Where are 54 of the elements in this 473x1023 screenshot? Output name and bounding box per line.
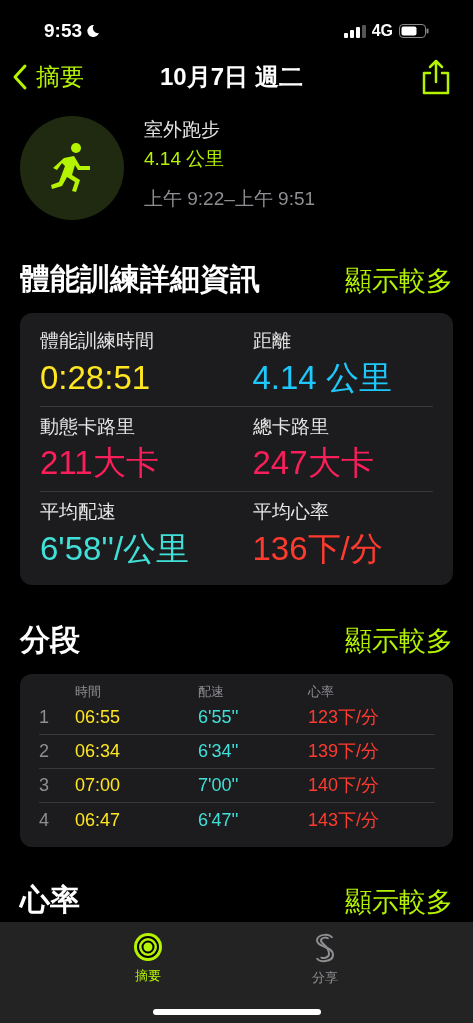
split-time: 06:55	[75, 706, 122, 729]
share-button[interactable]	[421, 59, 451, 96]
metric-label: 平均配速	[40, 500, 117, 524]
split-pace: 6'55''	[198, 706, 240, 729]
metric-label: 平均心率	[252, 500, 330, 524]
metric-value: 0:28:51	[40, 357, 152, 398]
nav-title: 10月7日 週二	[160, 62, 303, 93]
split-number: 3	[39, 774, 50, 797]
split-heart-rate: 139下/分	[308, 740, 381, 763]
signal-icon	[343, 24, 366, 38]
split-time: 06:34	[75, 740, 122, 763]
metric-value: 247大卡	[252, 443, 375, 483]
tab[interactable]: 摘要	[113, 932, 184, 988]
share-icon	[421, 59, 451, 96]
back-button[interactable]: 摘要	[12, 59, 84, 96]
share-s-icon	[313, 932, 336, 964]
status-time: 9:53	[44, 18, 83, 43]
section-title: 體能訓練詳細資訊	[20, 261, 260, 297]
battery-icon	[399, 24, 429, 39]
split-number: 4	[39, 808, 50, 832]
split-heart-rate: 143下/分	[308, 808, 381, 832]
tab[interactable]: 分享	[289, 932, 360, 988]
metric-label: 總卡路里	[252, 414, 330, 439]
metric-label: 距離	[252, 329, 292, 353]
workout-distance: 4.14 公里	[144, 146, 226, 171]
metric-value: 6'58''/公里	[40, 528, 191, 569]
workout-time-range: 上午 9:22–上午 9:51	[144, 187, 316, 211]
column-header: 心率	[308, 682, 335, 701]
rings-icon	[133, 932, 164, 962]
show-more-link[interactable]: 顯示較多	[345, 260, 453, 301]
split-time: 06:47	[75, 808, 122, 832]
show-more-link[interactable]: 顯示較多	[345, 881, 453, 922]
metric-value: 211大卡	[40, 443, 160, 483]
column-header: 配速	[198, 682, 225, 701]
chevron-left-icon	[12, 63, 28, 92]
network-label: 4G	[371, 21, 393, 42]
show-more-link[interactable]: 顯示較多	[345, 621, 453, 662]
split-pace: 7'00''	[198, 774, 240, 797]
split-number: 2	[39, 740, 50, 763]
column-header: 時間	[75, 682, 102, 701]
section-title: 分段	[20, 621, 80, 658]
metric-value: 136下/分	[252, 528, 384, 569]
metric-label: 體能訓練時間	[40, 329, 155, 353]
split-pace: 6'47''	[198, 808, 240, 832]
metric-label: 動態卡路里	[40, 414, 136, 439]
split-time: 07:00	[75, 774, 122, 797]
moon-icon	[86, 24, 101, 39]
split-heart-rate: 140下/分	[308, 774, 381, 797]
metric-value: 4.14 公里	[252, 357, 393, 398]
workout-name: 室外跑步	[144, 118, 221, 142]
split-heart-rate: 123下/分	[308, 706, 381, 729]
split-number: 1	[39, 706, 50, 729]
split-pace: 6'34''	[198, 740, 240, 763]
section-title: 心率	[20, 882, 80, 918]
